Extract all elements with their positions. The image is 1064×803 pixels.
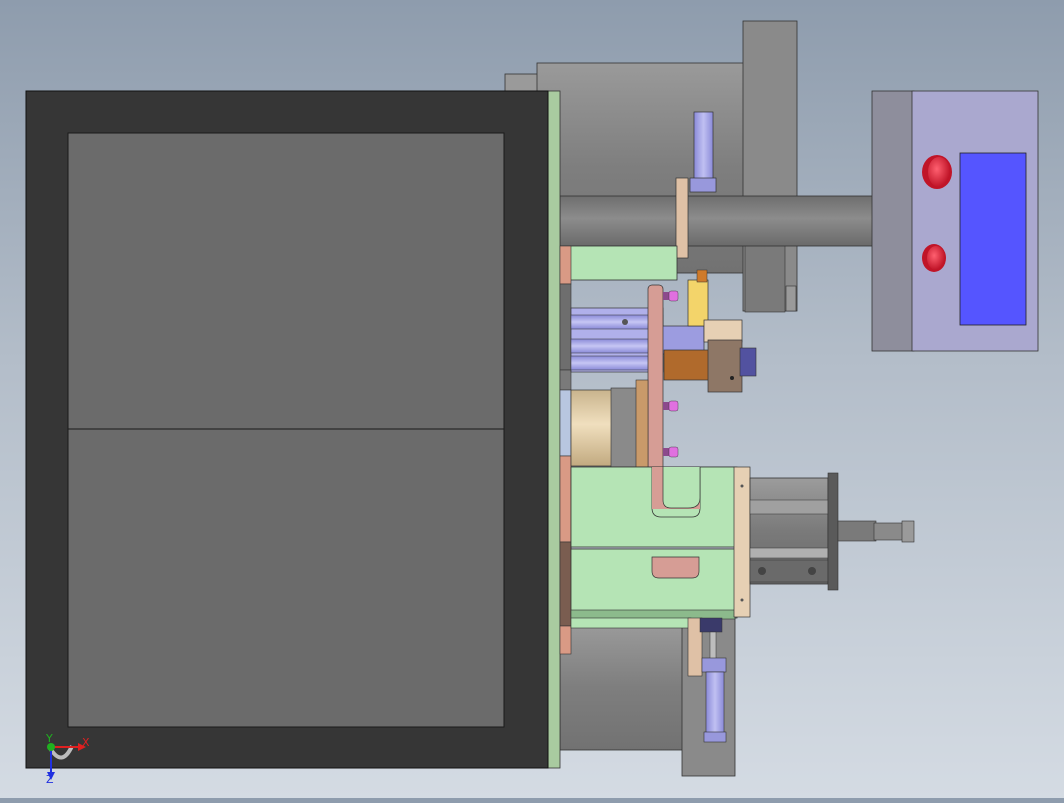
bolt-3 <box>663 446 679 458</box>
lower-u-bracket[interactable] <box>570 466 751 629</box>
bolt-2 <box>663 400 679 412</box>
mounting-plate[interactable] <box>546 90 561 769</box>
side-block-column[interactable] <box>559 245 572 655</box>
y-axis-label: Y <box>45 732 53 745</box>
cad-model-canvas[interactable]: X Y Z <box>0 0 1064 798</box>
cad-graphics-area[interactable]: X Y Z <box>0 0 1064 798</box>
bolt-1 <box>663 290 679 302</box>
upper-green-bracket[interactable] <box>569 245 678 281</box>
z-axis-label: Z <box>46 773 54 786</box>
main-shaft[interactable] <box>559 195 877 247</box>
roller-assembly[interactable] <box>570 379 649 469</box>
upper-panel[interactable] <box>67 132 505 430</box>
control-box[interactable] <box>871 90 1039 352</box>
lower-panel[interactable] <box>67 428 505 728</box>
machine-frame[interactable] <box>25 90 549 769</box>
servo-motor[interactable] <box>749 472 915 591</box>
start-button[interactable] <box>922 244 946 272</box>
emergency-stop-button[interactable] <box>922 155 952 189</box>
display-screen <box>959 152 1027 326</box>
x-axis-label: X <box>82 736 90 749</box>
